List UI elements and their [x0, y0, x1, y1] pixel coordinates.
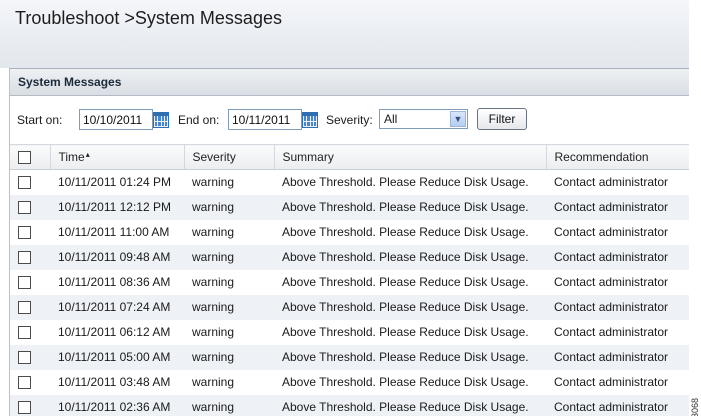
cell-severity: warning	[184, 344, 274, 370]
select-all-checkbox[interactable]	[18, 151, 31, 165]
figure-id: 343068	[690, 398, 700, 416]
row-checkbox-cell	[10, 394, 50, 416]
row-checkbox[interactable]	[18, 326, 31, 340]
table-row[interactable]: 10/11/2011 08:36 AM warning Above Threshol…	[10, 269, 690, 295]
row-checkbox-cell	[10, 369, 50, 395]
cell-severity: warning	[184, 394, 274, 416]
severity-label: Severity:	[326, 113, 373, 127]
table-row[interactable]: 10/11/2011 05:00 AM warning Above Threshol…	[10, 344, 690, 370]
table-row[interactable]: 10/11/2011 09:48 AM warning Above Threshol…	[10, 244, 690, 270]
cell-summary: Above Threshold. Please Reduce Disk Usag…	[274, 269, 546, 295]
column-header-time-label: Time	[58, 150, 85, 164]
cell-recommendation: Contact administrator	[546, 169, 690, 195]
column-header-time[interactable]: Time▴	[50, 144, 185, 170]
cell-time: 10/11/2011 06:12 AM	[50, 319, 184, 345]
cell-summary: Above Threshold. Please Reduce Disk Usag…	[274, 219, 546, 245]
row-checkbox-cell	[10, 294, 50, 320]
row-checkbox-cell	[10, 219, 50, 245]
cell-severity: warning	[184, 194, 274, 220]
start-date-input[interactable]	[79, 109, 153, 130]
row-checkbox[interactable]	[18, 376, 31, 390]
messages-table-body: 10/11/2011 01:24 PM warning Above Threshol…	[10, 169, 690, 416]
filter-button[interactable]: Filter	[477, 108, 527, 130]
cell-summary: Above Threshold. Please Reduce Disk Usag…	[274, 169, 546, 195]
cell-time: 10/11/2011 11:00 AM	[50, 219, 184, 245]
row-checkbox-cell	[10, 344, 50, 370]
severity-select[interactable]: All ▼	[379, 109, 468, 129]
row-checkbox-cell	[10, 169, 50, 195]
cell-severity: warning	[184, 219, 274, 245]
row-checkbox[interactable]	[18, 301, 31, 315]
cell-recommendation: Contact administrator	[546, 219, 690, 245]
cell-summary: Above Threshold. Please Reduce Disk Usag…	[274, 319, 546, 345]
row-checkbox[interactable]	[18, 351, 31, 365]
select-all-cell	[10, 144, 51, 170]
cell-recommendation: Contact administrator	[546, 344, 690, 370]
cell-time: 10/11/2011 12:12 PM	[50, 194, 184, 220]
cell-severity: warning	[184, 319, 274, 345]
panel-title: System Messages	[10, 69, 689, 96]
cell-recommendation: Contact administrator	[546, 369, 690, 395]
row-checkbox[interactable]	[18, 276, 31, 290]
table-row[interactable]: 10/11/2011 03:48 AM warning Above Threshol…	[10, 369, 690, 395]
cell-severity: warning	[184, 269, 274, 295]
cell-time: 10/11/2011 02:36 AM	[50, 394, 184, 416]
cell-summary: Above Threshold. Please Reduce Disk Usag…	[274, 194, 546, 220]
column-header-severity[interactable]: Severity	[184, 144, 275, 170]
end-date-input[interactable]	[228, 109, 302, 130]
cell-recommendation: Contact administrator	[546, 269, 690, 295]
table-row[interactable]: 10/11/2011 02:36 AM warning Above Threshol…	[10, 394, 690, 416]
end-label: End on:	[178, 113, 220, 127]
system-messages-page: Troubleshoot >System Messages System Mes…	[0, 0, 701, 416]
cell-recommendation: Contact administrator	[546, 194, 690, 220]
row-checkbox[interactable]	[18, 176, 31, 190]
column-header-recommendation[interactable]: Recommendation	[546, 144, 690, 170]
table-header-row: Time▴ Severity Summary Recommendation	[10, 144, 690, 170]
table-row[interactable]: 10/11/2011 12:12 PM warning Above Threshol…	[10, 194, 690, 220]
table-row[interactable]: 10/11/2011 06:12 AM warning Above Threshol…	[10, 319, 690, 345]
cell-summary: Above Threshold. Please Reduce Disk Usag…	[274, 394, 546, 416]
cell-summary: Above Threshold. Please Reduce Disk Usag…	[274, 294, 546, 320]
row-checkbox[interactable]	[18, 251, 31, 265]
cell-recommendation: Contact administrator	[546, 394, 690, 416]
table-row[interactable]: 10/11/2011 07:24 AM warning Above Threshol…	[10, 294, 690, 320]
cell-time: 10/11/2011 05:00 AM	[50, 344, 184, 370]
messages-table: Time▴ Severity Summary Recommendation 10…	[10, 144, 690, 416]
row-checkbox-cell	[10, 319, 50, 345]
start-label: Start on:	[17, 113, 63, 127]
cell-recommendation: Contact administrator	[546, 319, 690, 345]
cell-severity: warning	[184, 369, 274, 395]
filter-bar: Start on: End on: Severity: All ▼ Filter	[10, 96, 689, 144]
cell-time: 10/11/2011 09:48 AM	[50, 244, 184, 270]
cell-recommendation: Contact administrator	[546, 244, 690, 270]
cell-summary: Above Threshold. Please Reduce Disk Usag…	[274, 344, 546, 370]
cell-summary: Above Threshold. Please Reduce Disk Usag…	[274, 369, 546, 395]
calendar-icon[interactable]	[153, 112, 169, 128]
row-checkbox-cell	[10, 194, 50, 220]
calendar-icon[interactable]	[302, 112, 318, 128]
chevron-down-icon[interactable]: ▼	[450, 111, 466, 127]
system-messages-panel: System Messages Start on: End on: Severi…	[9, 68, 690, 416]
page-title: Troubleshoot >System Messages	[15, 8, 282, 28]
row-checkbox[interactable]	[18, 226, 31, 240]
severity-selected-value: All	[384, 112, 398, 126]
table-row[interactable]: 10/11/2011 11:00 AM warning Above Threshol…	[10, 219, 690, 245]
cell-time: 10/11/2011 01:24 PM	[50, 169, 184, 195]
cell-severity: warning	[184, 169, 274, 195]
table-row[interactable]: 10/11/2011 01:24 PM warning Above Threshol…	[10, 169, 690, 195]
row-checkbox-cell	[10, 269, 50, 295]
row-checkbox-cell	[10, 244, 50, 270]
cell-time: 10/11/2011 03:48 AM	[50, 369, 184, 395]
right-margin	[689, 0, 701, 416]
cell-severity: warning	[184, 244, 274, 270]
row-checkbox[interactable]	[18, 201, 31, 215]
row-checkbox[interactable]	[18, 401, 31, 415]
column-header-summary[interactable]: Summary	[274, 144, 547, 170]
cell-recommendation: Contact administrator	[546, 294, 690, 320]
sort-indicator-icon: ▴	[85, 150, 90, 159]
cell-time: 10/11/2011 08:36 AM	[50, 269, 184, 295]
cell-severity: warning	[184, 294, 274, 320]
cell-summary: Above Threshold. Please Reduce Disk Usag…	[274, 244, 546, 270]
cell-time: 10/11/2011 07:24 AM	[50, 294, 184, 320]
